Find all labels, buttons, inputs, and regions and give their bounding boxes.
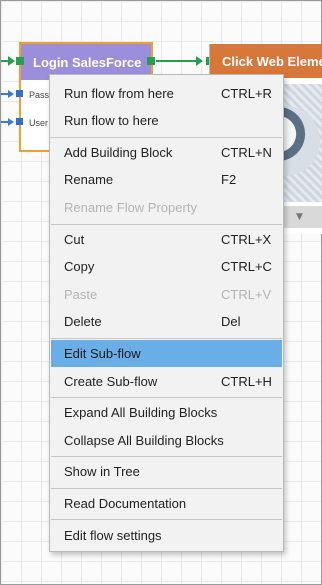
menu-item-label: Create Sub-flow [64,374,158,389]
menu-item-read-documentation[interactable]: Read Documentation [51,490,282,517]
flow-connector[interactable] [156,60,198,62]
param-label-user: User [29,118,49,128]
menu-item-shortcut: F2 [221,172,237,187]
menu-item-label: Add Building Block [64,145,173,160]
menu-item-shortcut: CTRL+V [221,287,272,302]
menu-item-label: Rename [64,172,114,187]
menu-separator [51,456,282,457]
menu-item-label: Run flow from here [64,86,174,101]
arrow-right-icon [8,90,14,98]
menu-item-shortcut: CTRL+N [221,145,272,160]
param-port-user[interactable] [16,118,23,125]
menu-item-delete[interactable]: Delete Del [51,308,282,335]
arrow-right-icon [8,118,14,126]
menu-item-paste: Paste CTRL+V [51,281,282,308]
menu-item-label: Collapse All Building Blocks [64,433,224,448]
menu-item-edit-flow-settings[interactable]: Edit flow settings [51,522,282,549]
menu-item-label: Delete [64,314,102,329]
param-port-pass[interactable] [16,90,23,97]
chevron-down-icon[interactable]: ▼ [296,212,303,222]
menu-separator [51,224,282,225]
menu-item-shortcut: CTRL+H [221,374,272,389]
menu-item-run-flow-from-here[interactable]: Run flow from here CTRL+R [51,80,282,107]
menu-item-shortcut: Del [221,314,241,329]
menu-item-label: Run flow to here [64,113,159,128]
menu-item-label: Expand All Building Blocks [64,405,218,420]
menu-separator [51,488,282,489]
menu-item-shortcut: CTRL+X [221,232,272,247]
menu-item-rename[interactable]: Rename F2 [51,166,282,193]
menu-item-label: Rename Flow Property [64,200,197,215]
menu-item-label: Cut [64,232,85,247]
menu-separator [51,338,282,339]
menu-item-cut[interactable]: Cut CTRL+X [51,226,282,253]
menu-item-create-sub-flow[interactable]: Create Sub-flow CTRL+H [51,368,282,395]
menu-item-edit-sub-flow[interactable]: Edit Sub-flow [51,340,282,367]
menu-item-label: Edit Sub-flow [64,346,141,361]
menu-item-show-in-tree[interactable]: Show in Tree [51,458,282,485]
menu-item-copy[interactable]: Copy CTRL+C [51,253,282,280]
input-port[interactable] [16,57,24,65]
menu-item-add-building-block[interactable]: Add Building Block CTRL+N [51,139,282,166]
menu-item-label: Copy [64,259,95,274]
flow-canvas[interactable]: Login SalesForce Pass User Click Web Ele… [0,0,322,585]
output-port[interactable] [147,57,155,65]
menu-item-expand-all-building-blocks[interactable]: Expand All Building Blocks [51,399,282,426]
arrow-right-icon [8,56,15,66]
menu-item-label: Edit flow settings [64,528,162,543]
menu-item-label: Read Documentation [64,496,187,511]
menu-item-label: Show in Tree [64,464,140,479]
arrow-right-icon [196,56,203,66]
menu-item-shortcut: CTRL+R [221,86,272,101]
param-label-pass: Pass [29,90,50,100]
menu-separator [51,137,282,138]
block-title[interactable]: Click Web Element [210,44,322,78]
menu-item-shortcut: CTRL+C [221,259,272,274]
menu-item-label: Paste [64,287,98,302]
menu-item-collapse-all-building-blocks[interactable]: Collapse All Building Blocks [51,427,282,454]
menu-separator [51,519,282,520]
menu-item-rename-flow-property: Rename Flow Property [51,194,282,221]
context-menu: Run flow from here CTRL+R Run flow to he… [49,74,284,552]
menu-item-run-flow-to-here[interactable]: Run flow to here [51,107,282,134]
menu-separator [51,397,282,398]
